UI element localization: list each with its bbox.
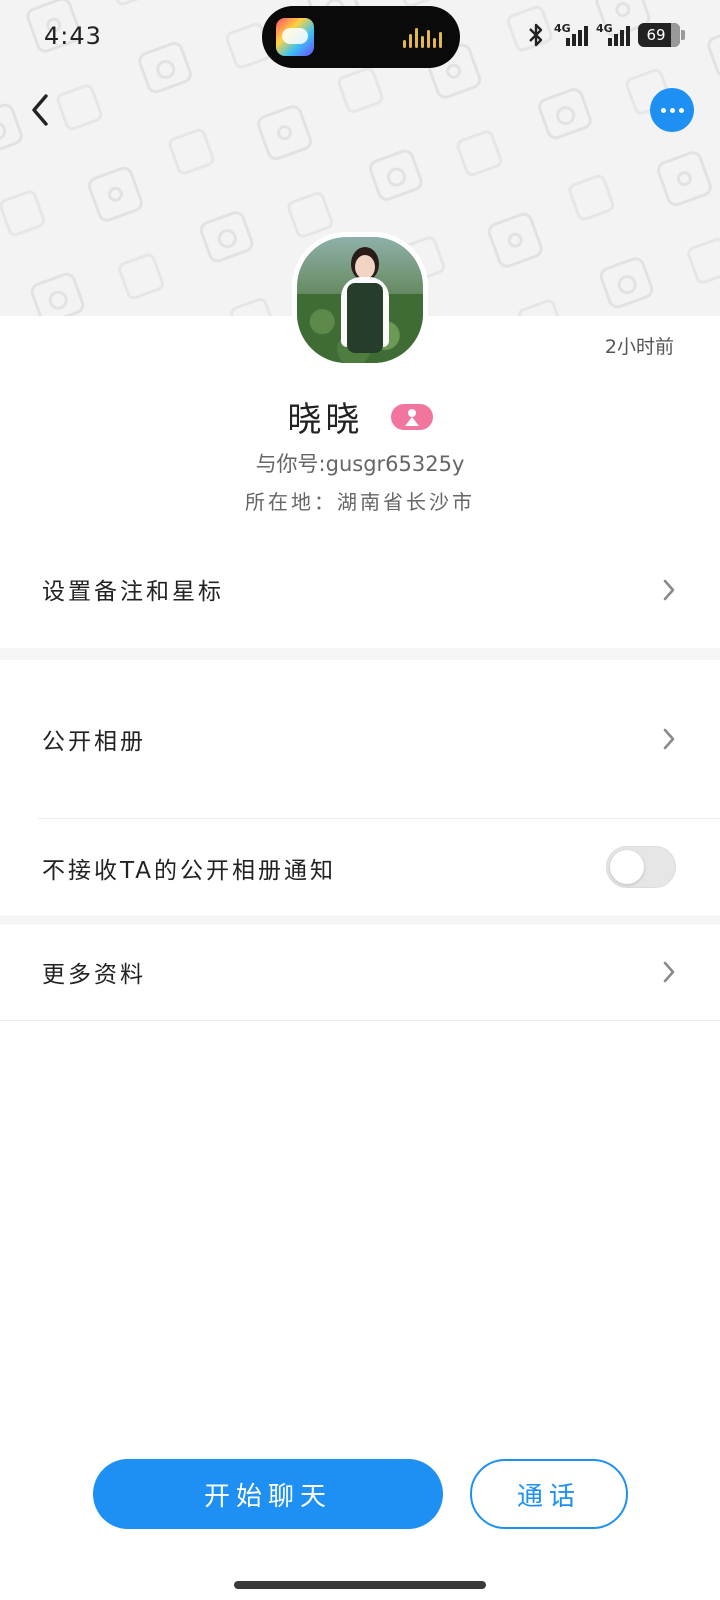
status-icons: 4G 4G 69: [526, 22, 685, 48]
last-active-time: 2小时前: [604, 336, 674, 358]
public-album-row[interactable]: 公开相册: [0, 660, 720, 818]
remark-star-label: 设置备注和星标: [42, 579, 224, 605]
name-row: 晓晓: [0, 392, 720, 441]
bluetooth-icon: [529, 23, 543, 47]
more-options-button[interactable]: [650, 88, 694, 132]
avatar[interactable]: [292, 232, 428, 368]
album-notify-toggle[interactable]: [606, 846, 676, 888]
signal-icon-1: 4G: [554, 22, 588, 48]
battery-level: 69: [646, 26, 666, 44]
start-chat-button[interactable]: 开始聊天: [93, 1459, 443, 1529]
chevron-right-icon: [663, 728, 675, 750]
album-notify-row: 不接收TA的公开相册通知: [0, 819, 720, 915]
audio-wave-icon: [403, 28, 442, 48]
chevron-right-icon: [663, 579, 675, 601]
signal-icon-2: 4G: [596, 22, 630, 48]
profile-name: 晓晓: [287, 400, 364, 440]
remark-star-row[interactable]: 设置备注和星标: [0, 540, 720, 640]
battery-icon: 69: [638, 23, 685, 47]
status-time: 4:43: [44, 22, 102, 50]
chevron-right-icon: [663, 961, 675, 983]
chevron-left-icon: [32, 94, 48, 126]
more-dots-icon: [660, 107, 666, 113]
female-icon: [390, 403, 433, 430]
section-divider: [0, 648, 720, 660]
home-indicator[interactable]: [234, 1581, 486, 1589]
call-button[interactable]: 通话: [470, 1459, 628, 1529]
album-notify-label: 不接收TA的公开相册通知: [42, 858, 336, 884]
row-divider: [0, 1020, 720, 1021]
account-id: 与你号:gusgr65325y: [255, 452, 465, 476]
section-divider: [0, 915, 720, 925]
more-info-label: 更多资料: [42, 962, 146, 988]
public-album-label: 公开相册: [42, 729, 146, 755]
location-text: 所在地：湖南省长沙市: [245, 490, 475, 514]
music-app-icon: [276, 18, 314, 56]
dynamic-island: [262, 6, 460, 68]
toggle-knob: [610, 850, 644, 884]
status-bar: 4:43 4G 4G 69: [0, 0, 720, 76]
more-info-row[interactable]: 更多资料: [0, 925, 720, 1020]
back-button[interactable]: [22, 88, 62, 132]
